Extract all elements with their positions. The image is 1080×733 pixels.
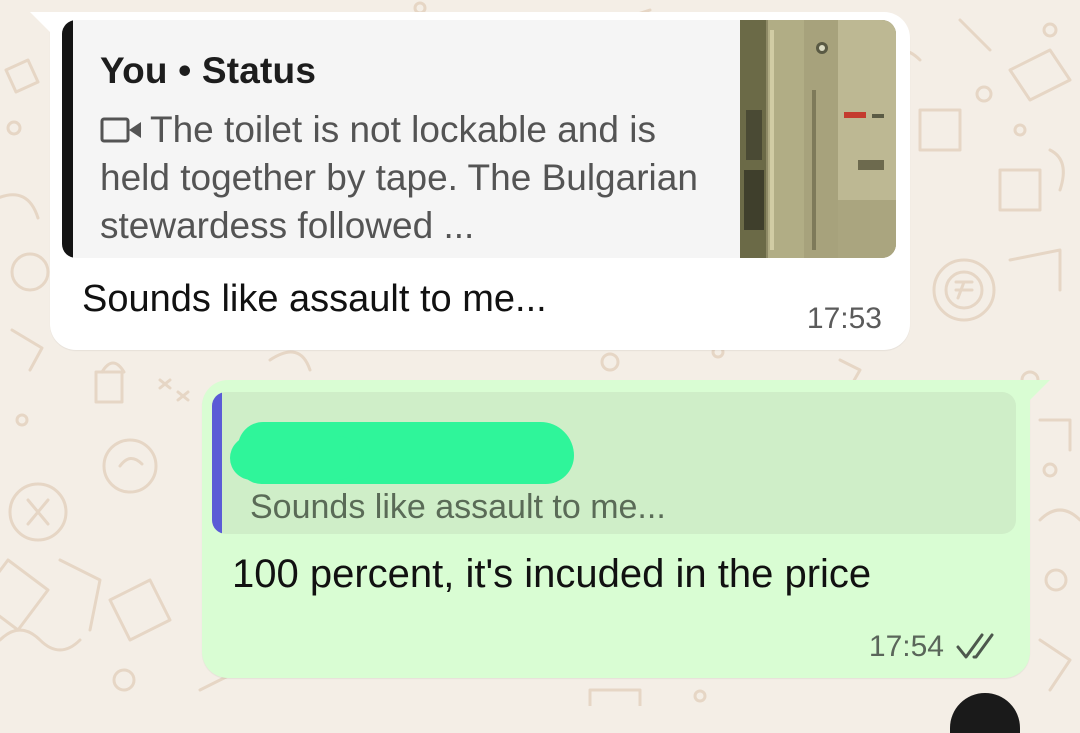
redaction-mark — [230, 436, 360, 480]
message-text: 100 percent, it's incuded in the price — [232, 552, 872, 596]
message-text: Sounds like assault to me... — [82, 278, 547, 320]
quoted-status-reply[interactable]: You • Status The toilet is not lockable … — [62, 20, 896, 258]
bubble-tail — [30, 12, 52, 34]
double-check-icon — [956, 633, 994, 659]
quote-snippet: The toilet is not lockable and is held t… — [100, 106, 710, 250]
message-timestamp: 17:54 — [868, 630, 944, 663]
quote-accent-bar — [62, 20, 73, 258]
video-icon — [100, 117, 141, 143]
message-timestamp: 17:53 — [806, 302, 882, 335]
quote-snippet: Sounds like assault to me... — [250, 488, 666, 526]
incoming-message-bubble[interactable]: You • Status The toilet is not lockable … — [30, 12, 910, 350]
quoted-reply[interactable]: Sounds like assault to me... — [212, 392, 1016, 534]
quote-author: You • Status — [100, 50, 317, 91]
quote-snippet-text: The toilet is not lockable and is held t… — [100, 109, 698, 246]
bubble-tail — [1028, 380, 1050, 402]
quote-accent-bar — [212, 392, 222, 534]
status-video-thumbnail — [740, 20, 896, 258]
outgoing-message-bubble[interactable]: Sounds like assault to me... 100 percent… — [202, 380, 1050, 678]
